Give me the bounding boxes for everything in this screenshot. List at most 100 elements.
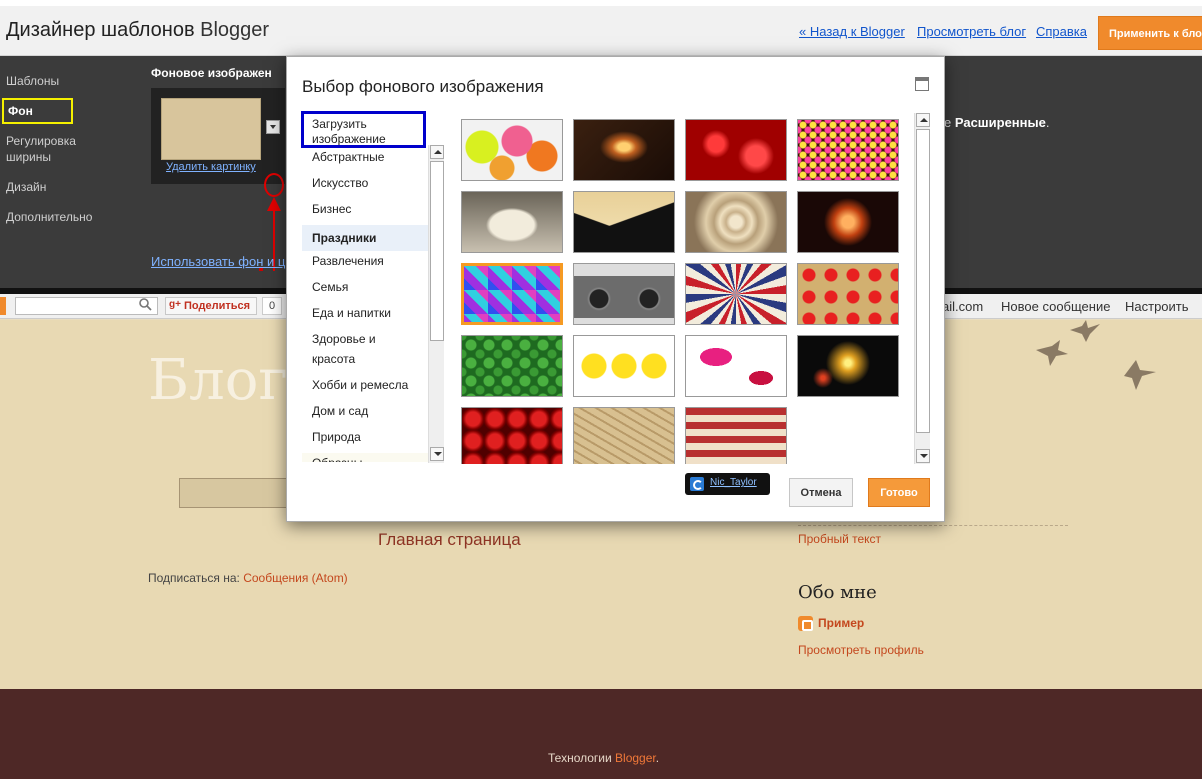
category-family[interactable]: Семья bbox=[302, 277, 428, 297]
new-post-link[interactable]: Новое сообщение bbox=[1001, 299, 1110, 314]
category-scrollbar[interactable] bbox=[428, 145, 444, 463]
scroll-down-icon[interactable] bbox=[916, 449, 930, 463]
subscribe-line: Подписаться на: Сообщения (Atom) bbox=[148, 571, 348, 585]
author-name-link[interactable]: Nic_Taylor bbox=[710, 477, 757, 488]
thumbnail-chicks[interactable] bbox=[573, 335, 675, 397]
advanced-link[interactable]: Расширенные bbox=[955, 115, 1046, 130]
background-preview-swatch[interactable] bbox=[161, 98, 261, 160]
profile-name-link[interactable]: Пример bbox=[818, 616, 864, 630]
share-count: 0 bbox=[262, 297, 282, 315]
author-badge[interactable]: Nic_Taylor bbox=[685, 473, 770, 495]
category-health-line1[interactable]: Здоровье и bbox=[302, 329, 428, 349]
scroll-down-icon[interactable] bbox=[430, 447, 444, 461]
chevron-down-icon[interactable] bbox=[266, 120, 280, 134]
subscribe-atom-link[interactable]: Сообщения (Atom) bbox=[243, 571, 347, 585]
thumbnail-grid bbox=[461, 119, 909, 464]
footer-prefix: Технологии bbox=[548, 751, 616, 765]
category-art[interactable]: Искусство bbox=[302, 173, 428, 193]
category-food[interactable]: Еда и напитки bbox=[302, 303, 428, 323]
istock-icon bbox=[690, 477, 704, 491]
thumbnail-hearts-pattern[interactable] bbox=[797, 263, 899, 325]
designer-title: Дизайнер шаблонов Blogger bbox=[6, 19, 269, 42]
thumbnail-candles[interactable] bbox=[573, 119, 675, 181]
thumbnail-scrollbar[interactable] bbox=[914, 113, 930, 464]
thumbnail-sunburst-stripes[interactable] bbox=[685, 263, 787, 325]
sidebar-test-text: Пробный текст bbox=[798, 532, 882, 546]
about-me-title: Обо мне bbox=[798, 582, 877, 603]
sidebar-divider bbox=[798, 525, 1068, 526]
thumbnail-mountain-silhouette[interactable] bbox=[573, 191, 675, 253]
background-image-section-title: Фоновое изображен bbox=[151, 66, 272, 80]
customize-link[interactable]: Настроить bbox=[1125, 299, 1189, 314]
blogger-logo-icon[interactable] bbox=[0, 297, 6, 315]
footer-blogger-link[interactable]: Blogger bbox=[615, 751, 656, 765]
category-business[interactable]: Бизнес bbox=[302, 199, 428, 219]
advanced-prefix: е bbox=[944, 115, 955, 130]
navbar-search-input[interactable] bbox=[15, 297, 158, 315]
maximize-icon[interactable] bbox=[915, 77, 929, 91]
footer-suffix: . bbox=[655, 751, 660, 765]
apply-to-blog-button[interactable]: Применить к бло bbox=[1098, 16, 1202, 50]
nav-width-adjust[interactable]: Регулировка ширины bbox=[6, 133, 76, 165]
thumbnail-lips-pattern[interactable] bbox=[685, 335, 787, 397]
thumbnail-red-hearts-bokeh[interactable] bbox=[685, 119, 787, 181]
view-profile-link[interactable]: Просмотреть профиль bbox=[798, 643, 924, 657]
nav-background[interactable]: Фон bbox=[2, 98, 73, 124]
thumbnail-red-roses[interactable] bbox=[461, 407, 563, 464]
subscribe-label: Подписаться на: bbox=[148, 571, 240, 585]
share-button[interactable]: Поделиться bbox=[165, 297, 257, 315]
back-to-blogger-link[interactable]: « Назад к Blogger bbox=[799, 24, 905, 39]
advanced-suffix: . bbox=[1045, 115, 1050, 130]
upload-line1: Загрузить bbox=[312, 117, 367, 131]
thumbnail-matzah[interactable] bbox=[573, 407, 675, 464]
category-hobbies[interactable]: Хобби и ремесла bbox=[302, 375, 428, 395]
nav-templates[interactable]: Шаблоны bbox=[6, 73, 59, 89]
upload-image-item[interactable]: Загрузить изображение bbox=[301, 111, 426, 148]
category-list: Абстрактные Искусство Бизнес Праздники Р… bbox=[302, 112, 428, 462]
view-blog-link[interactable]: Просмотреть блог bbox=[917, 24, 1026, 39]
blog-footer: Технологии Blogger. bbox=[0, 689, 1202, 779]
background-image-dialog: Выбор фонового изображения Абстрактные И… bbox=[286, 56, 945, 522]
footer-text: Технологии Blogger. bbox=[548, 751, 659, 765]
category-holidays[interactable]: Праздники bbox=[302, 225, 428, 251]
category-entertainment[interactable]: Развлечения bbox=[302, 251, 428, 271]
blogger-profile-icon bbox=[798, 616, 813, 631]
nav-width-line2: ширины bbox=[6, 150, 51, 164]
scrollbar-thumb[interactable] bbox=[430, 161, 444, 341]
use-background-link[interactable]: Использовать фон и цв bbox=[151, 254, 292, 269]
scroll-up-icon[interactable] bbox=[916, 113, 930, 127]
thumbnail-american-stripes[interactable] bbox=[685, 407, 787, 464]
nav-advanced[interactable]: Дополнительно bbox=[6, 209, 92, 225]
thumbnail-party-lights[interactable] bbox=[797, 119, 899, 181]
done-button[interactable]: Готово bbox=[868, 478, 930, 507]
thumbnail-clover-pattern[interactable] bbox=[461, 335, 563, 397]
dialog-title: Выбор фонового изображения bbox=[302, 77, 544, 96]
account-email[interactable]: ail.com bbox=[942, 299, 983, 314]
thumbnail-star-lamp[interactable] bbox=[797, 191, 899, 253]
category-abstract[interactable]: Абстрактные bbox=[302, 147, 428, 167]
thumbnail-boombox[interactable] bbox=[573, 263, 675, 325]
blog-search-input[interactable] bbox=[179, 478, 299, 508]
thumbnail-cream-rose[interactable] bbox=[685, 191, 787, 253]
scroll-up-icon[interactable] bbox=[430, 145, 444, 159]
designer-title-brand: Blogger bbox=[200, 19, 270, 41]
designer-title-main: Дизайнер шаблонов bbox=[6, 19, 195, 41]
category-nature[interactable]: Природа bbox=[302, 427, 428, 447]
scrollbar-thumb[interactable] bbox=[916, 129, 930, 433]
thumbnail-wedding-cake[interactable] bbox=[461, 191, 563, 253]
category-health-line2[interactable]: красота bbox=[302, 349, 428, 369]
delete-image-link[interactable]: Удалить картинку bbox=[166, 161, 256, 173]
cancel-button[interactable]: Отмена bbox=[789, 478, 853, 507]
advanced-hint: е Расширенные. bbox=[944, 115, 1049, 130]
upload-line2: изображение bbox=[312, 132, 386, 146]
nav-layout[interactable]: Дизайн bbox=[6, 179, 46, 195]
search-icon[interactable] bbox=[138, 297, 152, 311]
category-patterns[interactable]: Образцы bbox=[302, 453, 428, 462]
help-link[interactable]: Справка bbox=[1036, 24, 1087, 39]
thumbnail-fireworks[interactable] bbox=[797, 335, 899, 397]
blog-title: Блог bbox=[148, 348, 288, 413]
category-home[interactable]: Дом и сад bbox=[302, 401, 428, 421]
thumbnail-lanterns[interactable] bbox=[461, 119, 563, 181]
thumbnail-disco-floor[interactable] bbox=[461, 263, 563, 325]
home-page-link[interactable]: Главная страница bbox=[378, 530, 521, 550]
